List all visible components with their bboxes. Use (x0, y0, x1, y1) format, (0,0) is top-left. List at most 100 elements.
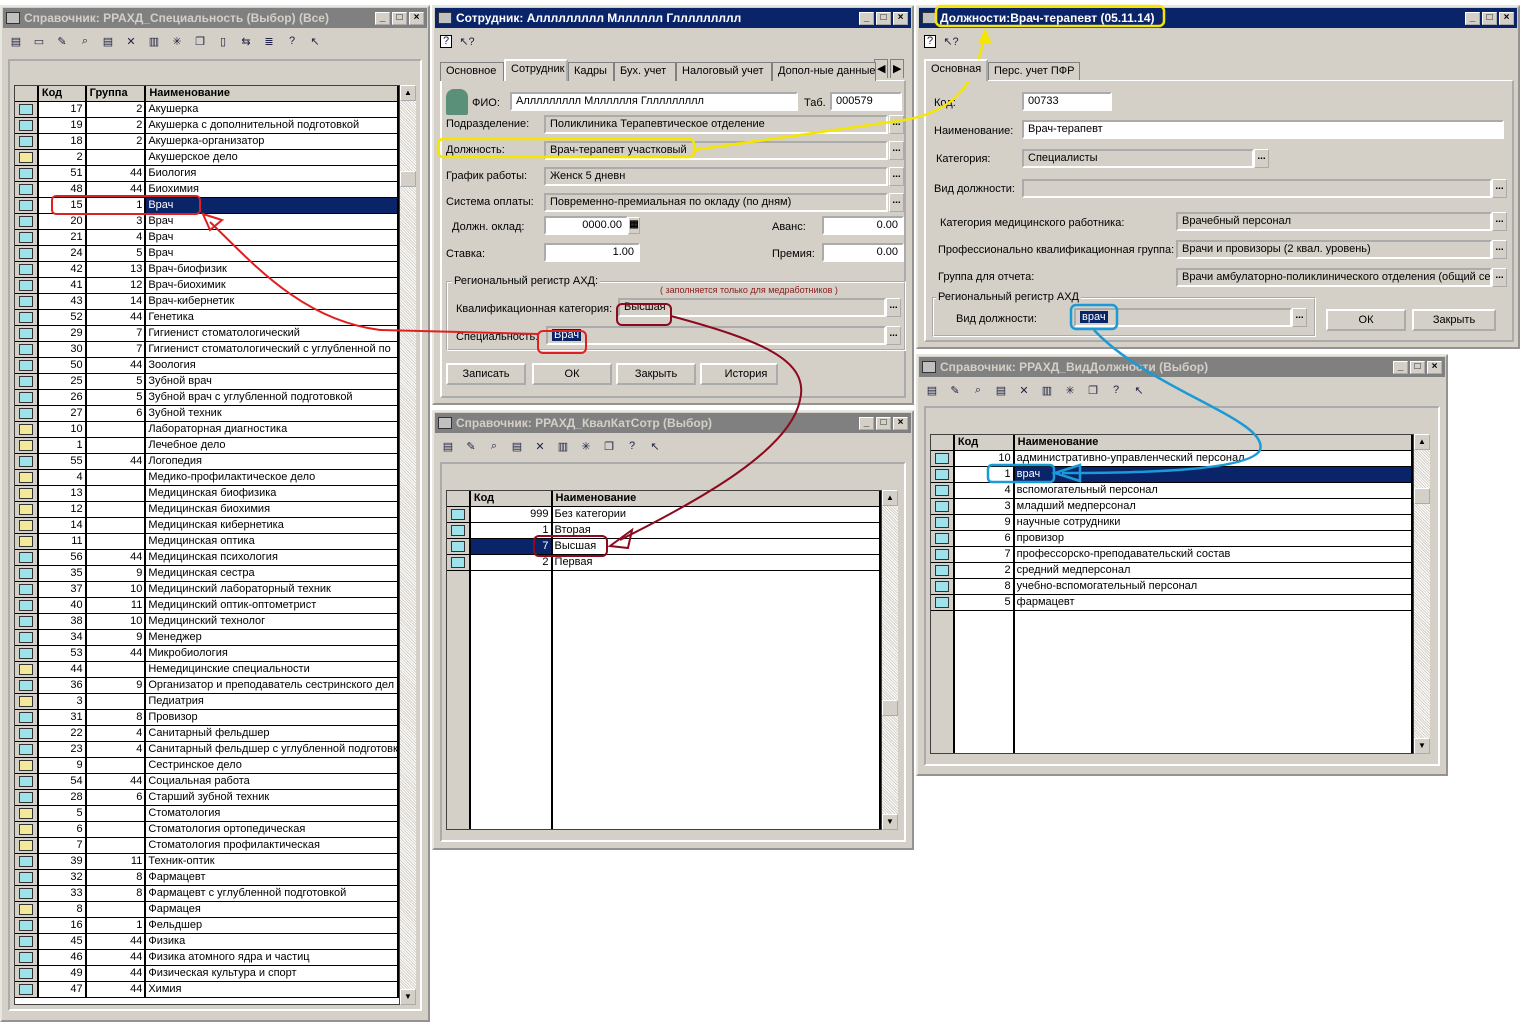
table-row[interactable]: 30 7 Гигиенист стоматологический с углубле… (15, 342, 399, 358)
table-row[interactable]: 4 вспомогательный персонал (931, 483, 1413, 499)
table-row[interactable]: 34 9 Менеджер (15, 630, 399, 646)
reg-kind-field[interactable]: врач (1080, 311, 1108, 323)
tab-main[interactable]: Основная (924, 59, 989, 81)
qualification-field[interactable]: Высшая (618, 298, 886, 317)
table-row[interactable]: 6 провизор (931, 531, 1413, 547)
context-help-icon[interactable]: ↖ (307, 33, 323, 49)
minimize-button[interactable]: _ (1393, 360, 1408, 374)
table-row[interactable]: 14 Медицинская кибернетика (15, 518, 399, 534)
help-icon[interactable]: ? (440, 34, 452, 48)
table-row[interactable]: 10 Лабораторная диагностика (15, 422, 399, 438)
tab-4[interactable]: Налоговый учет (676, 62, 772, 81)
pay-system-select-button[interactable]: ... (889, 193, 904, 212)
table-row[interactable]: 17 2 Акушерка (15, 102, 399, 118)
context-help-icon[interactable]: ↖ (1131, 382, 1147, 398)
bonus-field[interactable]: 0.00 (822, 243, 904, 262)
table-row[interactable]: 1 Лечебное дело (15, 438, 399, 454)
table-row[interactable]: 51 44 Биология (15, 166, 399, 182)
maximize-button[interactable]: □ (876, 416, 891, 430)
close-button[interactable]: × (893, 416, 908, 430)
column-header-2[interactable]: Наименование (146, 86, 399, 101)
schedule-select-button[interactable]: ... (889, 167, 904, 186)
table-row[interactable]: 52 44 Генетика (15, 310, 399, 326)
maximize-button[interactable]: □ (876, 11, 891, 25)
code-field[interactable]: 00733 (1022, 92, 1112, 111)
category-field[interactable]: Специалисты (1022, 149, 1254, 168)
list-icon[interactable]: ▤ (440, 438, 456, 454)
table-row[interactable]: 25 5 Зубной врач (15, 374, 399, 390)
table-row[interactable]: 37 10 Медицинский лабораторный техник (15, 582, 399, 598)
table-row[interactable]: 22 4 Санитарный фельдшер (15, 726, 399, 742)
position-field[interactable]: Врач-терапевт участковый (544, 141, 888, 160)
table-row[interactable]: 27 6 Зубной техник (15, 406, 399, 422)
table-row[interactable]: 39 11 Техник-оптик (15, 854, 399, 870)
table-row[interactable]: 31 8 Провизор (15, 710, 399, 726)
table-row[interactable]: 20 3 Врач (15, 214, 399, 230)
context-help-icon[interactable]: ↖? (459, 33, 475, 49)
copy-icon[interactable]: ❐ (192, 33, 208, 49)
table-row[interactable]: 13 Медицинская биофизика (15, 486, 399, 502)
table-row[interactable]: 33 8 Фармацевт с углубленной подготовкой (15, 886, 399, 902)
table-row[interactable]: 12 Медицинская биохимия (15, 502, 399, 518)
table-row[interactable]: 16 1 Фельдшер (15, 918, 399, 934)
scroll-down-button[interactable]: ▼ (400, 989, 416, 1005)
table-row[interactable]: 35 9 Медицинская сестра (15, 566, 399, 582)
table-row[interactable]: 47 44 Химия (15, 982, 399, 998)
fio-field[interactable]: Аллллллллл Млллллля Гллллллллл (510, 92, 798, 111)
table-row[interactable]: 40 11 Медицинский оптик-оптометрист (15, 598, 399, 614)
table-row[interactable]: 1 врач (931, 467, 1413, 483)
kind-select-button[interactable]: ... (1492, 179, 1507, 198)
column-header-0[interactable]: Код (39, 86, 87, 101)
table-row[interactable]: 42 13 Врач-биофизик (15, 262, 399, 278)
table-row[interactable]: 8 Фармацея (15, 902, 399, 918)
table-row[interactable]: 18 2 Акушерка-организатор (15, 134, 399, 150)
scroll-up-button[interactable]: ▲ (1414, 434, 1430, 450)
tab-pfr[interactable]: Перс. учет ПФР (988, 62, 1081, 81)
table-row[interactable]: 2 средний медперсонал (931, 563, 1413, 579)
export-icon[interactable]: ⇆ (238, 33, 254, 49)
rate-field[interactable]: 1.00 (544, 243, 640, 262)
table-row[interactable]: 2 Акушерское дело (15, 150, 399, 166)
close-button[interactable]: × (893, 11, 908, 25)
context-help-icon[interactable]: ↖ (647, 438, 663, 454)
select-icon[interactable]: ✳ (169, 33, 185, 49)
scrollbar[interactable] (400, 85, 416, 1005)
scroll-down-button[interactable]: ▼ (1414, 738, 1430, 754)
table-row[interactable]: 8 учебно-вспомогательный персонал (931, 579, 1413, 595)
table-row[interactable]: 21 4 Врач (15, 230, 399, 246)
copy-icon[interactable]: ❐ (601, 438, 617, 454)
med-category-field[interactable]: Врачебный персонал (1176, 212, 1492, 231)
minimize-button[interactable]: _ (859, 416, 874, 430)
name-field[interactable]: Врач-терапевт (1022, 120, 1504, 139)
list-icon[interactable]: ▤ (8, 33, 24, 49)
help-icon[interactable]: ? (924, 34, 936, 48)
table-row[interactable]: 7 профессорско-преподавательский состав (931, 547, 1413, 563)
table-row[interactable]: 4 Медико-профилактическое дело (15, 470, 399, 486)
folder-icon[interactable]: ▭ (31, 33, 47, 49)
table-row[interactable]: 5 фармацевт (931, 595, 1413, 611)
close-button[interactable]: × (1499, 11, 1514, 25)
add-row-icon[interactable]: ▤ (993, 382, 1009, 398)
scroll-up-button[interactable]: ▲ (400, 85, 416, 101)
add-row-icon[interactable]: ▤ (100, 33, 116, 49)
edit-icon[interactable]: ✎ (463, 438, 479, 454)
scroll-thumb[interactable] (400, 171, 416, 187)
table-row[interactable]: 5 Стоматология (15, 806, 399, 822)
specialty-select-button[interactable]: ... (886, 326, 901, 345)
help-icon[interactable]: ? (1108, 382, 1124, 398)
table-row[interactable]: 55 44 Логопедия (15, 454, 399, 470)
table-row[interactable]: 7 Стоматология профилактическая (15, 838, 399, 854)
scroll-thumb[interactable] (1414, 488, 1430, 504)
med-category-select-button[interactable]: ... (1492, 212, 1507, 231)
list-icon[interactable]: ▤ (924, 382, 940, 398)
find-icon[interactable]: ⌕ (77, 33, 93, 49)
report-group-select-button[interactable]: ... (1492, 268, 1507, 287)
table-row[interactable]: 45 44 Физика (15, 934, 399, 950)
minimize-button[interactable]: _ (1465, 11, 1480, 25)
pay-system-field[interactable]: Повременно-премиальная по окладу (по дня… (544, 193, 888, 212)
tree-icon[interactable]: ≣ (261, 33, 277, 49)
copy-icon[interactable]: ❐ (1085, 382, 1101, 398)
tab-5[interactable]: Допол-ные данные (772, 62, 876, 81)
tab-3[interactable]: Бух. учет (614, 62, 676, 81)
table-row[interactable]: 41 12 Врач-биохимик (15, 278, 399, 294)
